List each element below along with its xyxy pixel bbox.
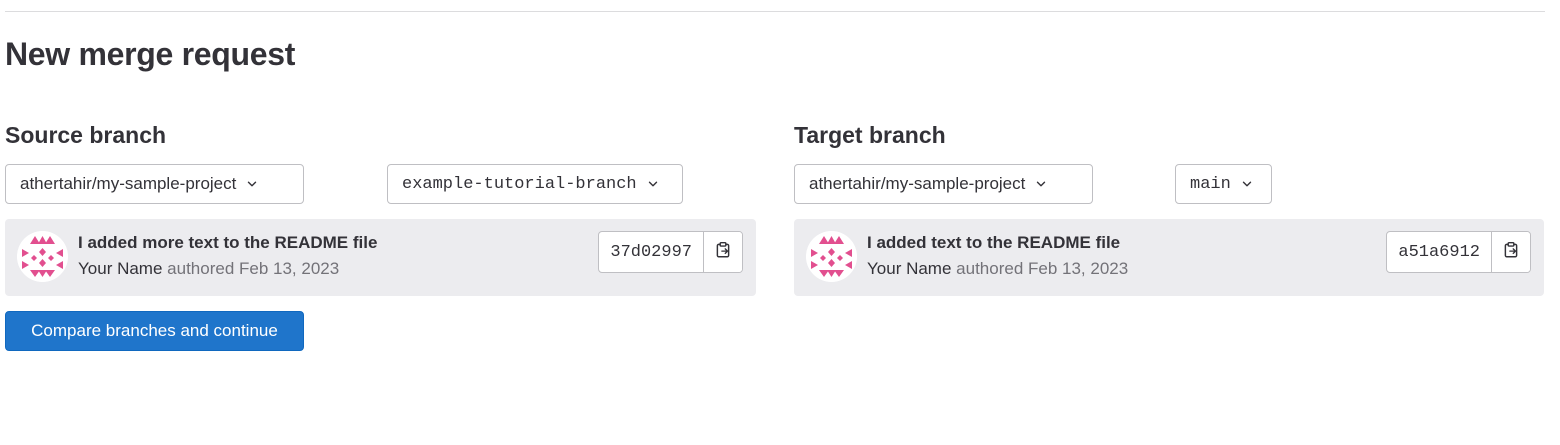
avatar <box>806 231 857 282</box>
commit-message[interactable]: I added text to the README file <box>867 233 1120 253</box>
commit-meta: Your Name authored Feb 13, 2023 <box>867 259 1128 279</box>
target-project-label: athertahir/my-sample-project <box>809 174 1026 193</box>
target-branch-heading: Target branch <box>794 122 946 148</box>
target-branch-section: Target branch athertahir/my-sample-proje… <box>794 122 1544 296</box>
target-branch-dropdown[interactable]: main <box>1175 164 1272 204</box>
copy-sha-button[interactable] <box>704 232 742 272</box>
source-branch-label: example-tutorial-branch <box>402 174 637 194</box>
source-commit-card: I added more text to the README file You… <box>5 219 756 296</box>
source-project-dropdown[interactable]: athertahir/my-sample-project <box>5 164 304 204</box>
commit-meta: Your Name authored Feb 13, 2023 <box>78 259 339 279</box>
commit-authored-date: authored Feb 13, 2023 <box>956 259 1129 278</box>
chevron-down-icon <box>245 177 259 191</box>
avatar <box>17 231 68 282</box>
copy-sha-button[interactable] <box>1492 232 1530 272</box>
clipboard-copy-icon <box>1502 241 1520 264</box>
source-project-label: athertahir/my-sample-project <box>20 174 237 193</box>
chevron-down-icon <box>646 177 660 191</box>
identicon-avatar <box>806 231 857 282</box>
header-divider <box>5 11 1545 12</box>
commit-sha-group: a51a6912 <box>1386 231 1531 273</box>
clipboard-copy-icon <box>714 241 732 264</box>
target-branch-label: main <box>1190 174 1231 194</box>
commit-author[interactable]: Your Name <box>867 259 951 278</box>
commit-sha[interactable]: a51a6912 <box>1387 232 1492 272</box>
commit-message[interactable]: I added more text to the README file <box>78 233 377 253</box>
source-branch-dropdown[interactable]: example-tutorial-branch <box>387 164 683 204</box>
commit-sha[interactable]: 37d02997 <box>599 232 704 272</box>
commit-author[interactable]: Your Name <box>78 259 162 278</box>
chevron-down-icon <box>1034 177 1048 191</box>
target-project-dropdown[interactable]: athertahir/my-sample-project <box>794 164 1093 204</box>
chevron-down-icon <box>1240 177 1254 191</box>
compare-branches-button[interactable]: Compare branches and continue <box>5 311 304 351</box>
source-branch-section: Source branch athertahir/my-sample-proje… <box>5 122 756 296</box>
commit-sha-group: 37d02997 <box>598 231 743 273</box>
page-title: New merge request <box>5 36 296 72</box>
source-branch-heading: Source branch <box>5 122 167 148</box>
target-commit-card: I added text to the README file Your Nam… <box>794 219 1544 296</box>
commit-authored-date: authored Feb 13, 2023 <box>167 259 340 278</box>
identicon-avatar <box>17 231 68 282</box>
